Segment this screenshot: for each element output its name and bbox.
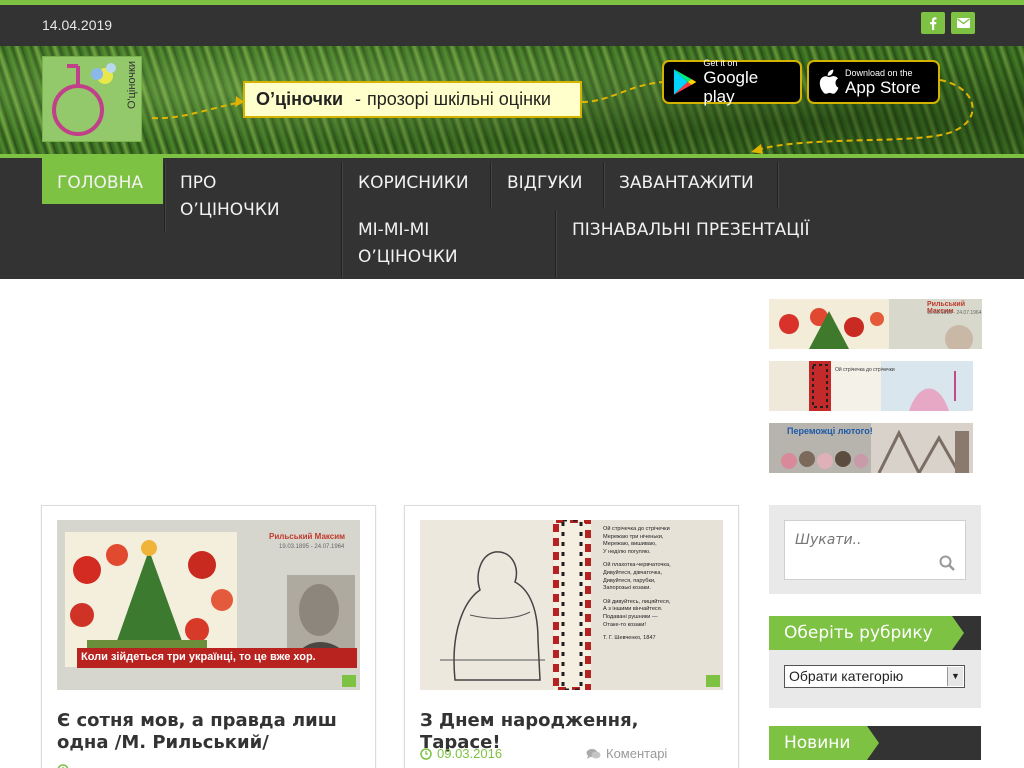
nav-item-home[interactable]: ГОЛОВНА (42, 158, 163, 204)
nav-mimimi-line2: О’ЦІНОЧКИ (358, 247, 458, 267)
nav-item-users[interactable]: КОРИСНИКИ (358, 170, 469, 197)
comments-link: Коментарі (606, 746, 668, 761)
nav-item-about[interactable]: ПРО О’ЦІНОЧКИ (165, 170, 335, 224)
category-widget-header: Оберіть рубрику (769, 616, 981, 650)
slider-thumb-winners[interactable]: Переможці лютого! (769, 423, 973, 473)
clock-icon (420, 747, 432, 760)
poem-line: Мережаю, вишиваю, (603, 541, 657, 548)
image-dates: 19.03.1895 - 24.07.1964 (279, 544, 345, 550)
post-image[interactable]: Рильський Максим 19.03.1895 - 24.07.1964… (57, 520, 360, 690)
post-image[interactable]: Ой стрічечка до стрічечки Мережаю три нi… (420, 520, 723, 690)
post-card: Рильський Максим 19.03.1895 - 24.07.1964… (41, 505, 376, 768)
envelope-icon (956, 18, 970, 28)
nav-divider (777, 162, 778, 208)
poem-line: Отаке-то козаки! (603, 621, 646, 628)
poem-line: Дивуйтеся, дівчаточка, (603, 569, 662, 576)
post-date-row (57, 764, 69, 768)
thumb-dates: 19.03.1895 - 24.07.1964 (927, 310, 982, 316)
current-date: 14.04.2019 (42, 17, 113, 33)
post-comments-row[interactable]: Коментарі (586, 746, 667, 761)
search-input[interactable] (795, 527, 939, 553)
clock-icon (57, 764, 69, 768)
image-name: Рильський Максим (269, 532, 346, 541)
post-title[interactable]: Є сотня мов, а правда лиш одна /М. Рильс… (57, 710, 360, 754)
main-nav: ГОЛОВНА ПРО О’ЦІНОЧКИ КОРИСНИКИ ВІДГУКИ … (0, 158, 1024, 279)
poem-line: У неділю погуляю. (603, 548, 651, 555)
poem-line: Мережаю три нiченьки, (603, 533, 664, 540)
poem-text: Ой стрічечка до стрічечки Мережаю три нi… (603, 526, 721, 643)
post-date-row: 09.03.2016 (420, 746, 502, 761)
tagline-box: О’цiночки - прозорі шкільні оцінки (243, 81, 582, 118)
category-select-value: Обрати категорію (789, 668, 904, 684)
nav-item-downloads[interactable]: ЗАВАНТАЖИТИ (619, 170, 754, 197)
news-widget-header: Новини (769, 726, 981, 760)
bicycle-logo-icon (52, 63, 116, 136)
category-select[interactable]: Обрати категорію ▼ (784, 665, 965, 688)
nav-item-mimimi[interactable]: МІ-МІ-МІ О’ЦІНОЧКИ (358, 217, 458, 271)
search-box (784, 520, 966, 580)
thumb-poem-hint: Ой стрічечка до стрічечки (835, 367, 895, 373)
nav-divider (603, 162, 604, 208)
search-widget (769, 505, 981, 594)
thumb-caption: Переможці лютого! (787, 426, 873, 436)
poem-signature: Т. Г. Шевченко, 1847 (603, 635, 656, 642)
tagline-brand: О’цiночки (256, 89, 344, 109)
poem-line: Подавані рушники — (603, 613, 658, 620)
slider-thumb-rylskyi[interactable]: Рильський Максим 19.03.1895 - 24.07.1964 (769, 299, 982, 349)
comments-icon (586, 748, 601, 759)
nav-item-presentations[interactable]: ПІЗНАВАЛЬНІ ПРЕЗЕНТАЦІЇ (572, 217, 810, 244)
top-bar: 14.04.2019 (0, 5, 1024, 46)
nav-about-line2: О’ЦІНОЧКИ (180, 200, 280, 220)
nav-about-line1: ПРО (180, 173, 217, 193)
post-card: Ой стрічечка до стрічечки Мережаю три нi… (404, 505, 739, 768)
google-small-text: Get it on (703, 58, 738, 68)
nav-mimimi-line1: МІ-МІ-МІ (358, 220, 430, 240)
dashed-arrow-middle (581, 81, 665, 103)
category-widget: Обрати категорію ▼ (769, 650, 981, 708)
site-logo[interactable]: О'цiночки (42, 56, 142, 142)
nav-divider (490, 162, 491, 208)
post-date[interactable]: 09.03.2016 (437, 746, 502, 761)
dashed-arrow-left (151, 96, 244, 120)
google-play-icon (673, 69, 697, 95)
poem-line: Запорозькі козаки. (603, 585, 651, 592)
tagline-separator: - (355, 89, 362, 109)
poem-line: А з іншими вінчайтеся. (603, 606, 663, 613)
logo-text: О'цiночки (126, 61, 138, 110)
slider-thumb-shevchenko[interactable]: Ой стрічечка до стрічечки (769, 361, 973, 411)
nav-divider (341, 162, 342, 278)
nav-divider (555, 210, 556, 278)
image-quote: Коли зійдеться три українці, то це вже х… (81, 651, 316, 663)
site-header: О'цiночки О’цiночки - прозорі шкільні оц… (0, 46, 1024, 154)
nav-divider (164, 162, 165, 232)
facebook-link[interactable] (921, 12, 945, 34)
category-widget-title: Оберіть рубрику (769, 616, 964, 650)
poem-line: Дивуйтеся, парубки, (603, 577, 656, 584)
search-icon[interactable] (939, 555, 955, 571)
dropdown-arrow-icon: ▼ (947, 667, 963, 686)
poem-line: Ой стрічечка до стрічечки (603, 526, 670, 532)
email-link[interactable] (951, 12, 975, 34)
poem-line: Ой плахотка-червчаточка, (603, 562, 671, 569)
dashed-arrow-right (751, 79, 974, 154)
tagline-text: прозорі шкільні оцінки (367, 89, 551, 109)
facebook-icon (930, 16, 937, 30)
news-widget-title: Новини (769, 726, 879, 760)
nav-item-reviews[interactable]: ВІДГУКИ (507, 170, 582, 197)
ad-placeholder (42, 299, 738, 479)
